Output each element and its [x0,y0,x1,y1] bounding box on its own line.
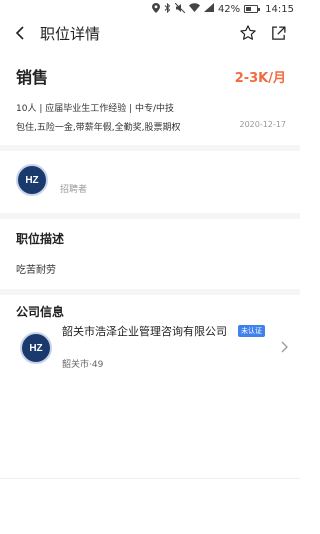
company-logo: HZ [20,332,52,364]
star-icon [240,25,256,40]
company-location: 韶关市·49 [62,360,104,370]
job-requirements: 10人 | 应届毕业生工作经验 | 中专/中技 [16,104,174,114]
page-title: 职位详情 [40,24,101,43]
recruiter-role: 招聘者 [60,184,88,195]
share-icon [271,25,286,40]
chevron-left-icon [15,26,24,40]
post-date: 2020-12-17 [239,120,287,129]
verification-badge: 未认证 [238,325,265,337]
status-bar: 42% 14:15 [0,0,300,18]
job-benefits-row: 包住,五险一金,带薪年假,全勤奖,股票期权 2020-12-17 [16,120,286,133]
recruiter-avatar: HZ [16,164,48,196]
nav-bar: 职位详情 [0,18,300,48]
signal-icon [203,3,214,15]
battery-icon [244,5,261,13]
chevron-right-icon [278,340,290,354]
company-name: 韶关市浩泽企业管理咨询有限公司 [62,325,227,338]
company-heading: 公司信息 [16,305,65,319]
job-benefits: 包住,五险一金,带薪年假,全勤奖,股票期权 [16,123,181,133]
wifi-icon [188,3,200,15]
divider [0,478,300,479]
mute-icon [174,2,186,16]
description-text: 吃苦耐劳 [16,265,56,276]
divider [0,213,300,219]
clock: 14:15 [265,3,294,15]
share-button[interactable] [268,23,288,43]
description-heading: 职位描述 [16,232,65,246]
job-header: 销售 2-3K/月 [16,64,286,88]
company-card[interactable]: HZ 韶关市浩泽企业管理咨询有限公司 未认证 韶关市·49 [16,322,292,372]
recruiter-row[interactable]: HZ 招聘者 [16,163,87,197]
divider [0,145,300,151]
divider [0,289,300,295]
salary: 2-3K/月 [234,70,286,86]
battery-percent: 42% [217,3,241,15]
back-button[interactable] [6,18,34,48]
location-icon [151,2,160,16]
job-title: 销售 [16,68,49,87]
favorite-button[interactable] [238,23,258,43]
bluetooth-icon [164,2,171,16]
